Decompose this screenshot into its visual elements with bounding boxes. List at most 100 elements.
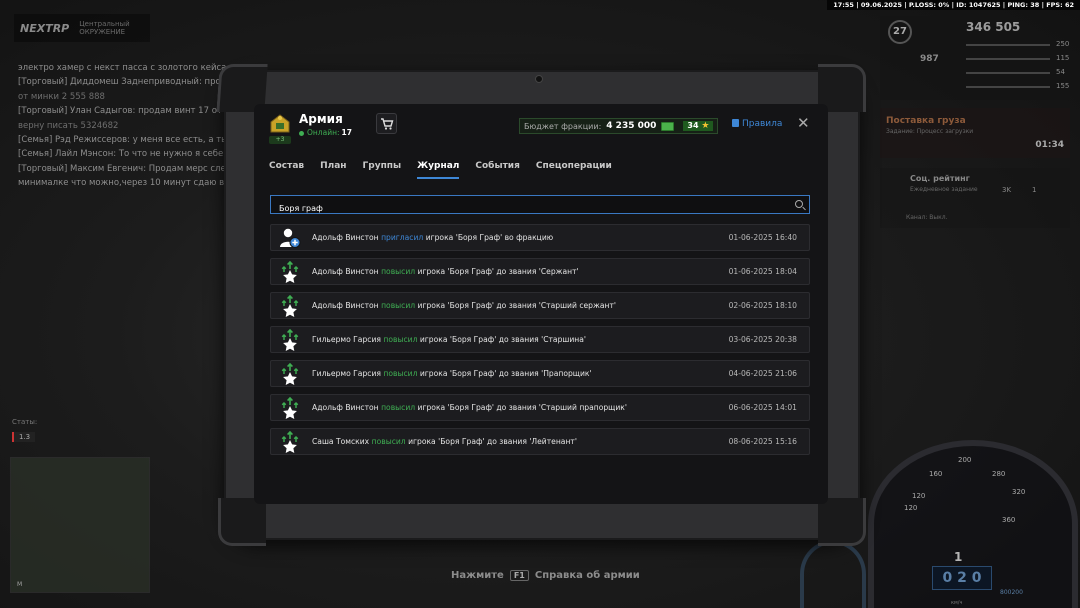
level-badge: 27: [888, 20, 912, 44]
log-actor: Гильермо Гарсия: [312, 335, 381, 344]
close-button[interactable]: ✕: [797, 116, 810, 131]
log-action: пригласил: [381, 233, 424, 242]
log-details: игрока 'Боря Граф' до звания 'Старший пр…: [417, 403, 627, 412]
document-icon: [732, 119, 739, 127]
speed-unit: км/ч: [951, 600, 963, 606]
health-value: 250: [1056, 40, 1070, 48]
log-date: 01-06-2025 18:04: [728, 267, 797, 276]
log-details: игрока 'Боря Граф' до звания 'Лейтенант': [408, 437, 577, 446]
log-actor: Адольф Винстон: [312, 301, 379, 310]
tab-plan[interactable]: План: [320, 161, 346, 179]
player-stats-panel: 27 346 505 987 250 115 54 155: [880, 16, 1070, 100]
quest-panel: Поставка груза Задание: Процесс загрузки…: [880, 108, 1070, 158]
chat-line: электро хамер с некст пасса с золотого к…: [18, 63, 227, 73]
social-subtitle: Ежедневное задание: [910, 186, 978, 193]
tab-groups[interactable]: Группы: [363, 161, 402, 179]
search-input[interactable]: [271, 200, 809, 217]
shop-button[interactable]: [376, 113, 397, 134]
server-logo: NEXTRP Центральный ОКРУЖЕНИЕ: [14, 14, 150, 42]
log-message: Адольф Винстон пригласил игрока 'Боря Гр…: [312, 233, 553, 242]
army-emblem-icon: +3: [267, 114, 293, 144]
fuel-gauge: [800, 540, 866, 608]
speed-tick: 120: [912, 492, 926, 500]
log-actor: Гильермо Гарсия: [312, 369, 381, 378]
log-entry: Гильермо Гарсия повысил игрока 'Боря Гра…: [270, 360, 810, 387]
log-message: Саша Томских повысил игрока 'Боря Граф' …: [312, 437, 577, 446]
f1-key: F1: [509, 570, 529, 581]
search-icon[interactable]: [795, 200, 803, 208]
faction-name: Армия: [299, 112, 343, 126]
faction-tablet: +3 Армия Онлайн: 17 Бюджет фракции: 4 235…: [216, 64, 866, 546]
health-bar: [966, 44, 1050, 46]
social-rating-panel: Соц. рейтинг Ежедневное задание Канал: В…: [880, 168, 1070, 228]
minimap: M: [10, 457, 150, 593]
online-count: 17: [341, 128, 352, 137]
status-bar: 17:55 | 09.06.2025 | P.LOSS: 0% | ID: 10…: [827, 0, 1080, 10]
chat-line: [Торговый] Диддомеш Заднеприводный: прод…: [18, 77, 239, 88]
log-action: повысил: [381, 301, 416, 310]
social-title: Соц. рейтинг: [910, 174, 970, 183]
tab-events[interactable]: События: [475, 161, 520, 179]
log-details: игрока 'Боря Граф' до звания 'Старший се…: [417, 301, 616, 310]
log-action: повысил: [381, 267, 416, 276]
rank-up-icon: [279, 260, 301, 283]
rules-link[interactable]: Правила: [732, 119, 782, 129]
log-action: повысил: [383, 335, 418, 344]
chat-log: электро хамер с некст пасса с золотого к…: [18, 62, 248, 192]
help-hint: Нажмите F1 Справка об армии: [451, 570, 640, 581]
karma-value: 987: [920, 54, 939, 64]
social-a: 3K: [1002, 186, 1012, 194]
speed-tick: 160: [929, 470, 943, 478]
log-entry: Адольф Винстон повысил игрока 'Боря Граф…: [270, 394, 810, 421]
log-message: Адольф Винстон повысил игрока 'Боря Граф…: [312, 301, 616, 310]
minimap-label: M: [17, 581, 23, 588]
chat-line: верну писать 5324682: [18, 120, 119, 131]
rules-label: Правила: [742, 119, 783, 129]
hunger-value: 54: [1056, 68, 1065, 76]
log-entry: Саша Томских повысил игрока 'Боря Граф' …: [270, 428, 810, 455]
log-details: игрока 'Боря Граф' до звания 'Старшина': [419, 335, 586, 344]
tab-journal[interactable]: Журнал: [417, 161, 460, 179]
log-actor: Адольф Винстон: [312, 403, 379, 412]
chat-line: [Семья] Рэд Режиссеров: у меня все есть,…: [18, 135, 228, 146]
quest-title: Поставка груза: [886, 116, 966, 126]
tab-special-ops[interactable]: Спецоперации: [536, 161, 612, 179]
online-dot-icon: [299, 130, 304, 136]
quest-timer: 01:34: [1035, 140, 1064, 150]
speed-tick: 280: [992, 470, 1006, 478]
social-b: 1: [1032, 186, 1037, 194]
journal-list: Адольф Винстон пригласил игрока 'Боря Гр…: [270, 224, 810, 462]
log-message: Гильермо Гарсия повысил игрока 'Боря Гра…: [312, 335, 586, 344]
log-date: 01-06-2025 16:40: [728, 233, 797, 242]
rank-up-icon: [279, 328, 301, 351]
money-amount: 346 505: [966, 20, 1021, 34]
log-details: игрока 'Боря Граф' до звания 'Прапорщик': [419, 369, 592, 378]
gear-indicator: 1: [954, 550, 963, 564]
odometer: 800200: [1000, 589, 1023, 596]
online-indicator: Онлайн: 17: [299, 128, 352, 137]
hunger-bar: [966, 72, 1050, 74]
chat-line: минималке что можно,через 10 минут сдаю …: [18, 178, 232, 189]
rank-up-icon: [279, 294, 301, 317]
chat-line: [Торговый] Максим Евгенич: Продам мерс с…: [18, 163, 226, 174]
logo-text: NEXTRP: [20, 21, 70, 35]
log-message: Гильермо Гарсия повысил игрока 'Боря Гра…: [312, 369, 592, 378]
speed-tick: 200: [958, 456, 972, 464]
armor-value: 115: [1056, 54, 1070, 62]
voice-channel: Канал: Выкл.: [906, 214, 948, 221]
log-date: 06-06-2025 14:01: [728, 403, 797, 412]
log-action: повысил: [371, 437, 406, 446]
rank-up-icon: [279, 362, 301, 385]
log-date: 04-06-2025 21:06: [728, 369, 797, 378]
speed-tick: 320: [1012, 488, 1026, 496]
log-entry: Адольф Винстон повысил игрока 'Боря Граф…: [270, 258, 810, 285]
chat-line: от минки 2 555 888: [18, 91, 105, 102]
tab-members[interactable]: Состав: [269, 161, 304, 179]
log-date: 03-06-2025 20:38: [728, 335, 797, 344]
budget-label: Бюджет фракции:: [524, 121, 602, 131]
log-action: повысил: [381, 403, 416, 412]
tablet-corner: [818, 498, 866, 546]
log-actor: Адольф Винстон: [312, 233, 379, 242]
speedometer: 120 120 160 200 280 360 320 1 0 2 0 8002…: [868, 440, 1078, 608]
materials-count: 34 ★: [683, 121, 714, 131]
